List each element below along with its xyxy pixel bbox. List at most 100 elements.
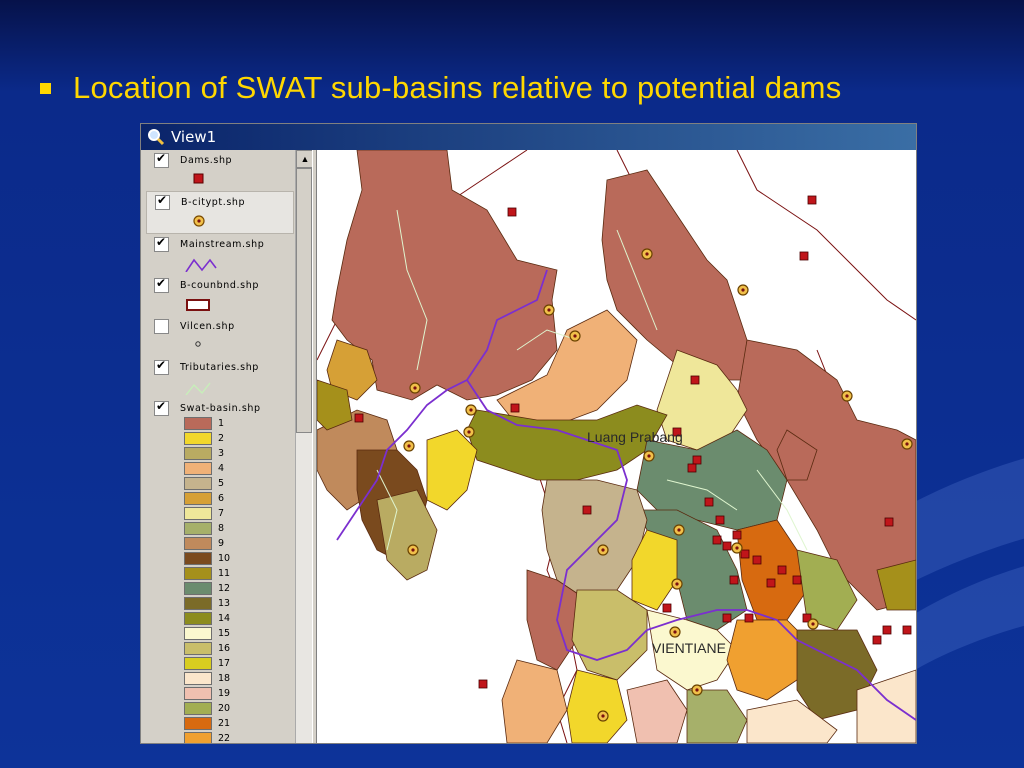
legend-row-11: 11	[184, 566, 294, 581]
dam-marker	[752, 555, 762, 565]
legend-swatch	[184, 702, 212, 715]
legend-row-9: 9	[184, 536, 294, 551]
city-marker-center	[601, 714, 605, 718]
layer-swat-basin[interactable]: Swat-basin.shp 1234567891011121314151617…	[146, 398, 294, 743]
legend-swatch	[184, 597, 212, 610]
dam-marker	[722, 541, 732, 551]
dam-marker	[792, 575, 802, 585]
legend-row-1: 1	[184, 416, 294, 431]
legend-swatch	[184, 627, 212, 640]
layer-dams[interactable]: Dams.shp	[146, 150, 294, 191]
legend-swatch	[184, 732, 212, 743]
table-of-contents: Dams.shp B-citypt.shp Mainstream.shp B-c…	[146, 150, 312, 743]
layer-tributaries-label: Tributaries.shp	[180, 362, 259, 373]
legend-row-17: 17	[184, 656, 294, 671]
legend-row-20: 20	[184, 701, 294, 716]
legend-row-2: 2	[184, 431, 294, 446]
layer-tributaries-checkbox[interactable]	[154, 358, 169, 375]
layer-dams-checkbox[interactable]	[154, 151, 169, 168]
city-marker-center	[695, 688, 699, 692]
dam-marker	[507, 207, 517, 217]
legend-row-5: 5	[184, 476, 294, 491]
legend-label: 20	[218, 703, 231, 714]
legend-label: 13	[218, 598, 231, 609]
legend-swatch	[184, 567, 212, 580]
layer-mainstream-checkbox[interactable]	[154, 235, 169, 252]
purple-line-icon	[185, 258, 217, 272]
dam-marker	[510, 403, 520, 413]
legend-label: 19	[218, 688, 231, 699]
window-title: View1	[171, 128, 217, 146]
legend-label: 22	[218, 733, 231, 743]
legend-row-16: 16	[184, 641, 294, 656]
legend-swatch	[184, 537, 212, 550]
layer-citypt[interactable]: B-citypt.shp	[146, 191, 294, 234]
city-marker-center	[647, 454, 651, 458]
dam-marker	[712, 535, 722, 545]
layer-counbnd[interactable]: B-counbnd.shp	[146, 275, 294, 316]
city-marker-center	[573, 334, 577, 338]
legend-row-8: 8	[184, 521, 294, 536]
layer-dams-label: Dams.shp	[180, 155, 233, 166]
city-marker-center	[675, 582, 679, 586]
legend-swatch	[184, 522, 212, 535]
legend-row-19: 19	[184, 686, 294, 701]
legend-label: 12	[218, 583, 231, 594]
dam-marker	[777, 565, 787, 575]
legend-label: 10	[218, 553, 231, 564]
scroll-up-arrow-icon[interactable]: ▲	[296, 150, 312, 168]
layer-swat-basin-checkbox[interactable]	[154, 399, 169, 416]
dam-symbol-icon	[193, 173, 204, 184]
view-window: View1 Dams.shp B-citypt.shp Mainstream.s…	[141, 124, 916, 743]
window-titlebar[interactable]: View1	[141, 124, 916, 150]
dam-marker	[582, 505, 592, 515]
legend-row-3: 3	[184, 446, 294, 461]
legend-row-15: 15	[184, 626, 294, 641]
legend-swatch	[184, 432, 212, 445]
layer-vilcen[interactable]: Vilcen.shp	[146, 316, 294, 357]
dam-marker	[722, 613, 732, 623]
legend-swatch	[184, 612, 212, 625]
layer-vilcen-checkbox[interactable]	[154, 319, 169, 334]
legend-swatch	[184, 552, 212, 565]
legend-label: 14	[218, 613, 231, 624]
dam-marker	[732, 530, 742, 540]
dam-marker	[882, 625, 892, 635]
city-marker-center	[411, 548, 415, 552]
layer-mainstream[interactable]: Mainstream.shp	[146, 234, 294, 275]
layer-citypt-checkbox[interactable]	[155, 193, 170, 210]
city-marker-center	[469, 408, 473, 412]
legend-swatch	[184, 492, 212, 505]
legend-label: 21	[218, 718, 231, 729]
toc-scrollbar[interactable]: ▲	[295, 150, 312, 743]
legend-swatch	[184, 642, 212, 655]
legend-label: 3	[218, 448, 225, 459]
layer-mainstream-label: Mainstream.shp	[180, 239, 265, 250]
city-marker-center	[673, 630, 677, 634]
dam-marker	[729, 575, 739, 585]
dam-marker	[692, 455, 702, 465]
legend-label: 8	[218, 523, 225, 534]
layer-tributaries[interactable]: Tributaries.shp	[146, 357, 294, 398]
legend-label: 11	[218, 568, 231, 579]
basin-legend: 1 2 3 4 5 6 7 8 9 10 11 12 13 14 15 16 17 18 19 20 21 22	[184, 416, 294, 743]
map-canvas[interactable]: Luang Prabang VIENTIANE	[317, 150, 916, 743]
layer-counbnd-checkbox[interactable]	[154, 276, 169, 293]
layer-citypt-label: B-citypt.shp	[181, 197, 246, 208]
scroll-thumb[interactable]	[296, 168, 312, 433]
dam-marker	[478, 679, 488, 689]
legend-swatch	[184, 507, 212, 520]
dam-marker	[715, 515, 725, 525]
city-marker-center	[645, 252, 649, 256]
legend-label: 2	[218, 433, 225, 444]
dam-marker	[662, 603, 672, 613]
city-marker-center	[547, 308, 551, 312]
legend-label: 17	[218, 658, 231, 669]
boundary-polygon-icon	[186, 299, 210, 311]
tributary-line-icon	[185, 382, 211, 395]
legend-label: 18	[218, 673, 231, 684]
village-point-icon	[195, 341, 201, 347]
legend-label: 4	[218, 463, 225, 474]
legend-label: 7	[218, 508, 225, 519]
city-marker-center	[845, 394, 849, 398]
